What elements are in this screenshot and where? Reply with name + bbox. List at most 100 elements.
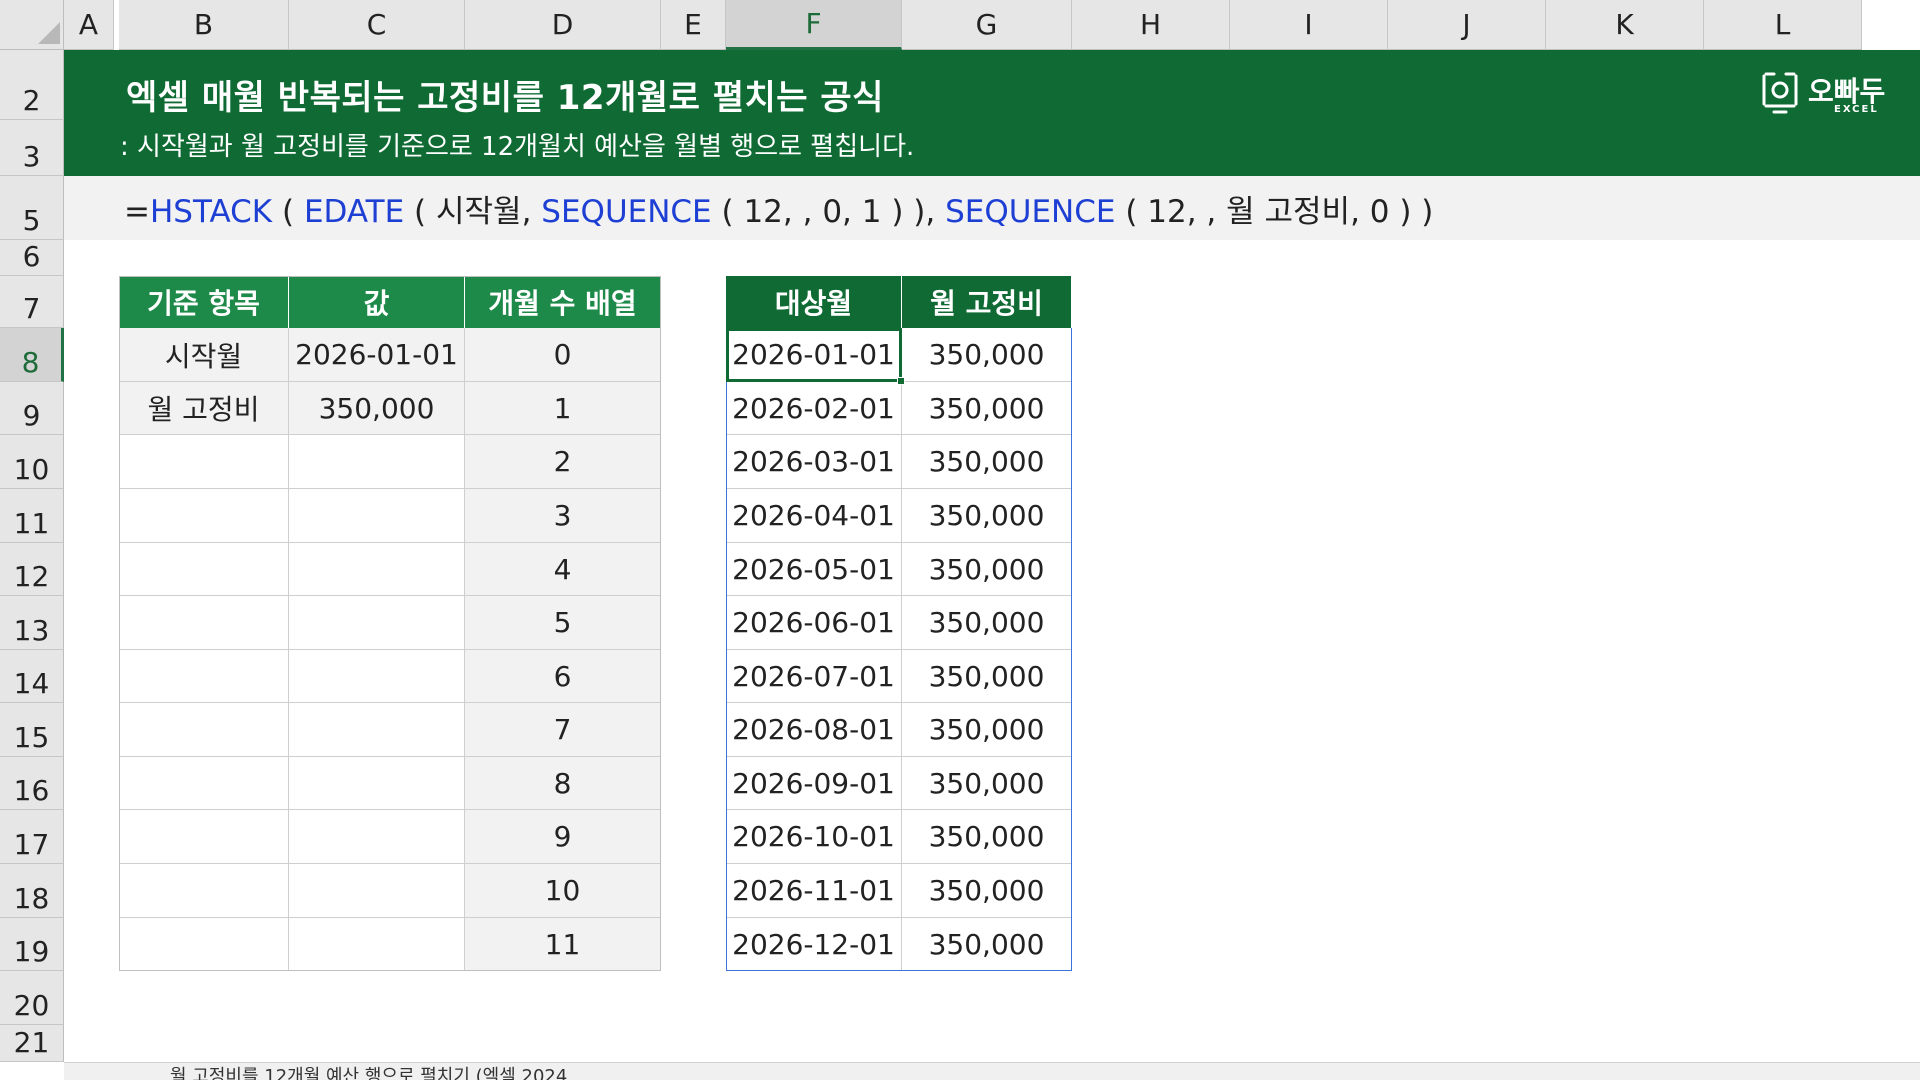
left-table-cell[interactable]: 2026-01-01 (289, 328, 465, 382)
left-table-cell[interactable]: 3 (465, 489, 661, 543)
left-table-cell[interactable] (119, 543, 289, 596)
formula-argument: ( 시작월, (404, 194, 542, 230)
column-header-k[interactable]: K (1546, 0, 1704, 50)
left-table-cell[interactable] (119, 650, 289, 703)
right-table-header: 월 고정비 (902, 276, 1072, 328)
left-table-cell[interactable] (119, 596, 289, 650)
spill-result-cell[interactable]: 350,000 (902, 703, 1072, 757)
row-header-15[interactable]: 15 (0, 703, 64, 757)
left-table-cell[interactable]: 11 (465, 918, 661, 971)
column-header-l[interactable]: L (1704, 0, 1862, 50)
left-table-cell[interactable]: 9 (465, 810, 661, 864)
spill-result-cell[interactable]: 350,000 (902, 864, 1072, 918)
column-header-j[interactable]: J (1388, 0, 1546, 50)
row-header-2[interactable]: 2 (0, 50, 64, 120)
spill-result-cell[interactable]: 350,000 (902, 596, 1072, 650)
spill-result-cell[interactable]: 2026-06-01 (726, 596, 902, 650)
row-header-19[interactable]: 19 (0, 918, 64, 971)
column-header-g[interactable]: G (902, 0, 1072, 50)
column-header-e[interactable]: E (661, 0, 726, 50)
row-header-11[interactable]: 11 (0, 489, 64, 543)
left-table-cell[interactable]: 350,000 (289, 382, 465, 435)
row-header-16[interactable]: 16 (0, 757, 64, 810)
left-table-cell[interactable] (119, 864, 289, 918)
left-table-cell[interactable] (289, 596, 465, 650)
formula-function: HSTACK (149, 194, 273, 230)
left-table-cell[interactable]: 1 (465, 382, 661, 435)
row-header-9[interactable]: 9 (0, 382, 64, 435)
left-table-cell[interactable] (119, 757, 289, 810)
column-header-d[interactable]: D (465, 0, 661, 50)
column-header-f[interactable]: F (726, 0, 902, 50)
left-table-cell[interactable]: 7 (465, 703, 661, 757)
spill-result-cell[interactable]: 350,000 (902, 489, 1072, 543)
column-header-b[interactable]: B (119, 0, 289, 50)
spill-result-cell[interactable]: 350,000 (902, 650, 1072, 703)
left-table-cell[interactable] (289, 489, 465, 543)
spill-result-cell[interactable]: 350,000 (902, 328, 1072, 382)
left-table-cell[interactable] (289, 543, 465, 596)
left-table-cell[interactable] (289, 435, 465, 489)
spill-result-cell[interactable]: 350,000 (902, 918, 1072, 971)
left-table-cell[interactable] (289, 810, 465, 864)
spill-result-cell[interactable]: 2026-11-01 (726, 864, 902, 918)
column-header-i[interactable]: I (1230, 0, 1388, 50)
left-table-cell[interactable] (289, 918, 465, 971)
row-header-18[interactable]: 18 (0, 864, 64, 918)
left-table-cell[interactable]: 월 고정비 (119, 382, 289, 435)
page-subtitle: : 시작월과 월 고정비를 기준으로 12개월치 예산을 월별 행으로 펼칩니다… (120, 132, 915, 162)
left-table-cell[interactable]: 시작월 (119, 328, 289, 382)
left-table-cell[interactable] (119, 489, 289, 543)
row-header-21[interactable]: 21 (0, 1025, 64, 1062)
left-table-cell[interactable] (119, 435, 289, 489)
spill-result-cell[interactable]: 2026-02-01 (726, 382, 902, 435)
left-table-cell[interactable] (289, 650, 465, 703)
left-table-cell[interactable]: 0 (465, 328, 661, 382)
spill-result-cell[interactable]: 2026-08-01 (726, 703, 902, 757)
formula-argument: ( 12, , 0, 1 ) ), (711, 194, 946, 230)
brand-logo-sub: EXCEL (1834, 104, 1879, 115)
left-table-cell[interactable] (289, 703, 465, 757)
sheet-tab-active[interactable]: 월 고정비를 12개월 예산 행으로 펼치기 (엑셀 2024 (170, 1062, 567, 1080)
row-header-10[interactable]: 10 (0, 435, 64, 489)
left-table-cell[interactable] (289, 757, 465, 810)
row-header-14[interactable]: 14 (0, 650, 64, 703)
left-table-cell[interactable]: 5 (465, 596, 661, 650)
row-header-13[interactable]: 13 (0, 596, 64, 650)
left-table-cell[interactable] (289, 864, 465, 918)
left-table-cell[interactable] (119, 918, 289, 971)
spill-result-cell[interactable]: 2026-07-01 (726, 650, 902, 703)
spill-result-cell[interactable]: 2026-10-01 (726, 810, 902, 864)
row-header-6[interactable]: 6 (0, 240, 64, 276)
left-table-cell[interactable]: 8 (465, 757, 661, 810)
spill-result-cell[interactable]: 350,000 (902, 810, 1072, 864)
formula-argument: = (124, 194, 150, 230)
row-header-3[interactable]: 3 (0, 120, 64, 176)
left-table-cell[interactable] (119, 703, 289, 757)
spill-result-cell[interactable]: 350,000 (902, 435, 1072, 489)
left-table-cell[interactable]: 4 (465, 543, 661, 596)
spill-result-cell[interactable]: 2026-05-01 (726, 543, 902, 596)
row-header-17[interactable]: 17 (0, 810, 64, 864)
fill-handle[interactable] (897, 377, 905, 385)
row-header-8[interactable]: 8 (0, 328, 64, 382)
spill-result-cell[interactable]: 2026-12-01 (726, 918, 902, 971)
spill-result-cell[interactable]: 2026-04-01 (726, 489, 902, 543)
active-cell-f8[interactable]: 2026-01-01 (726, 328, 902, 382)
left-table-cell[interactable]: 2 (465, 435, 661, 489)
spill-result-cell[interactable]: 350,000 (902, 757, 1072, 810)
left-table-cell[interactable]: 6 (465, 650, 661, 703)
spill-result-cell[interactable]: 2026-03-01 (726, 435, 902, 489)
left-table-cell[interactable]: 10 (465, 864, 661, 918)
spill-result-cell[interactable]: 2026-09-01 (726, 757, 902, 810)
column-header-a[interactable]: A (64, 0, 114, 50)
row-header-20[interactable]: 20 (0, 971, 64, 1025)
column-header-c[interactable]: C (289, 0, 465, 50)
row-header-12[interactable]: 12 (0, 543, 64, 596)
row-header-7[interactable]: 7 (0, 276, 64, 328)
row-header-5[interactable]: 5 (0, 176, 64, 240)
column-header-h[interactable]: H (1072, 0, 1230, 50)
spill-result-cell[interactable]: 350,000 (902, 382, 1072, 435)
spill-result-cell[interactable]: 350,000 (902, 543, 1072, 596)
left-table-cell[interactable] (119, 810, 289, 864)
